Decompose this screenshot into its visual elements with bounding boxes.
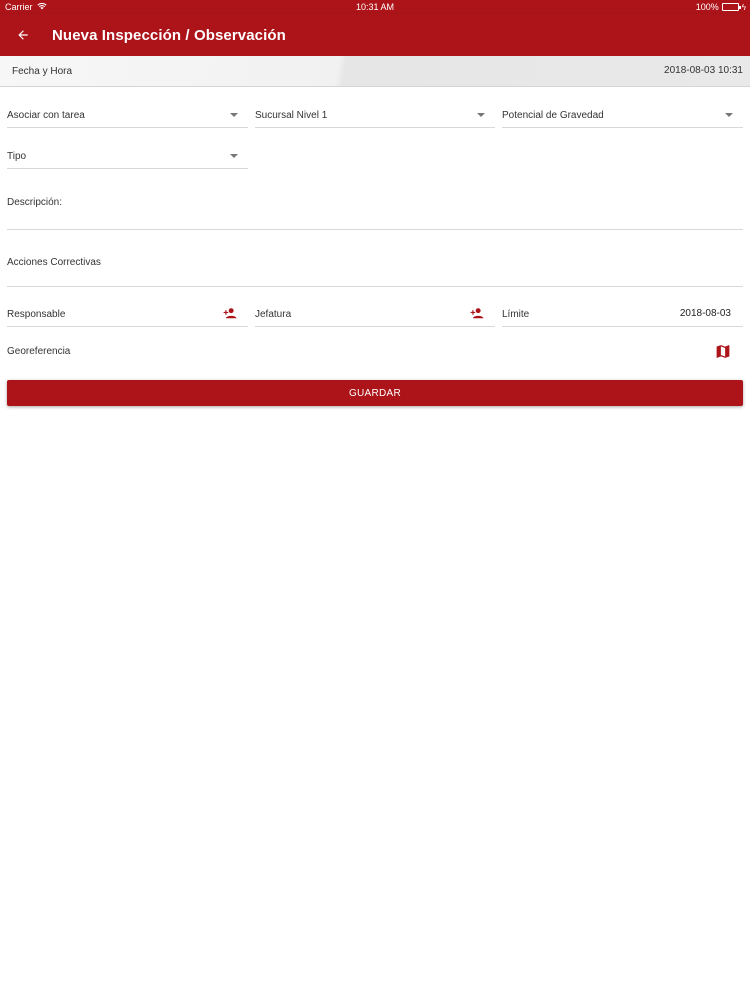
responsable-field[interactable]: Responsable — [7, 291, 248, 327]
limite-label: Límite — [502, 309, 530, 320]
jefatura-label: Jefatura — [255, 309, 292, 320]
asociar-tarea-select[interactable]: Asociar con tarea — [7, 92, 248, 128]
person-add-icon[interactable] — [470, 307, 484, 322]
tipo-label: Tipo — [7, 151, 27, 162]
datetime-value: 2018-08-03 10:31 — [664, 65, 743, 76]
app-bar: Nueva Inspección / Observación — [0, 14, 750, 56]
battery-percent: 100% — [695, 2, 719, 12]
person-add-icon[interactable] — [223, 307, 237, 322]
save-button[interactable]: GUARDAR — [7, 380, 743, 406]
descripcion-field[interactable]: Descripción: — [7, 184, 743, 230]
dropdown-arrow-icon — [230, 154, 238, 158]
descripcion-label: Descripción: — [7, 197, 63, 208]
tipo-select[interactable]: Tipo — [7, 133, 248, 169]
sucursal-select[interactable]: Sucursal Nivel 1 — [255, 92, 495, 128]
datetime-label: Fecha y Hora — [12, 66, 73, 77]
map-icon[interactable] — [714, 343, 732, 363]
dropdown-arrow-icon — [477, 113, 485, 117]
battery-info: 100% ϟ — [696, 2, 746, 12]
battery-icon — [721, 3, 741, 11]
page-title: Nueva Inspección / Observación — [52, 26, 286, 44]
georeferencia-field: Georeferencia — [7, 333, 743, 369]
potencial-gravedad-label: Potencial de Gravedad — [502, 110, 604, 121]
georeferencia-label: Georeferencia — [7, 346, 71, 357]
dropdown-arrow-icon — [230, 113, 238, 117]
status-bar: Carrier 10:31 AM 100% ϟ — [0, 0, 750, 14]
status-time: 10:31 AM — [355, 2, 395, 12]
responsable-label: Responsable — [7, 309, 66, 320]
sucursal-label: Sucursal Nivel 1 — [255, 110, 328, 121]
potencial-gravedad-select[interactable]: Potencial de Gravedad — [502, 92, 743, 128]
arrow-back-icon — [18, 30, 28, 40]
dropdown-arrow-icon — [725, 113, 733, 117]
limite-field[interactable]: Límite 2018-08-03 — [502, 291, 743, 327]
charging-icon: ϟ — [741, 2, 746, 12]
acciones-correctivas-label: Acciones Correctivas — [7, 257, 101, 268]
jefatura-field[interactable]: Jefatura — [255, 291, 495, 327]
limite-value: 2018-08-03 — [679, 308, 731, 319]
asociar-tarea-label: Asociar con tarea — [7, 110, 85, 121]
datetime-row: Fecha y Hora 2018-08-03 10:31 — [0, 56, 750, 87]
back-button[interactable] — [0, 14, 46, 56]
acciones-correctivas-field[interactable]: Acciones Correctivas — [7, 244, 743, 287]
